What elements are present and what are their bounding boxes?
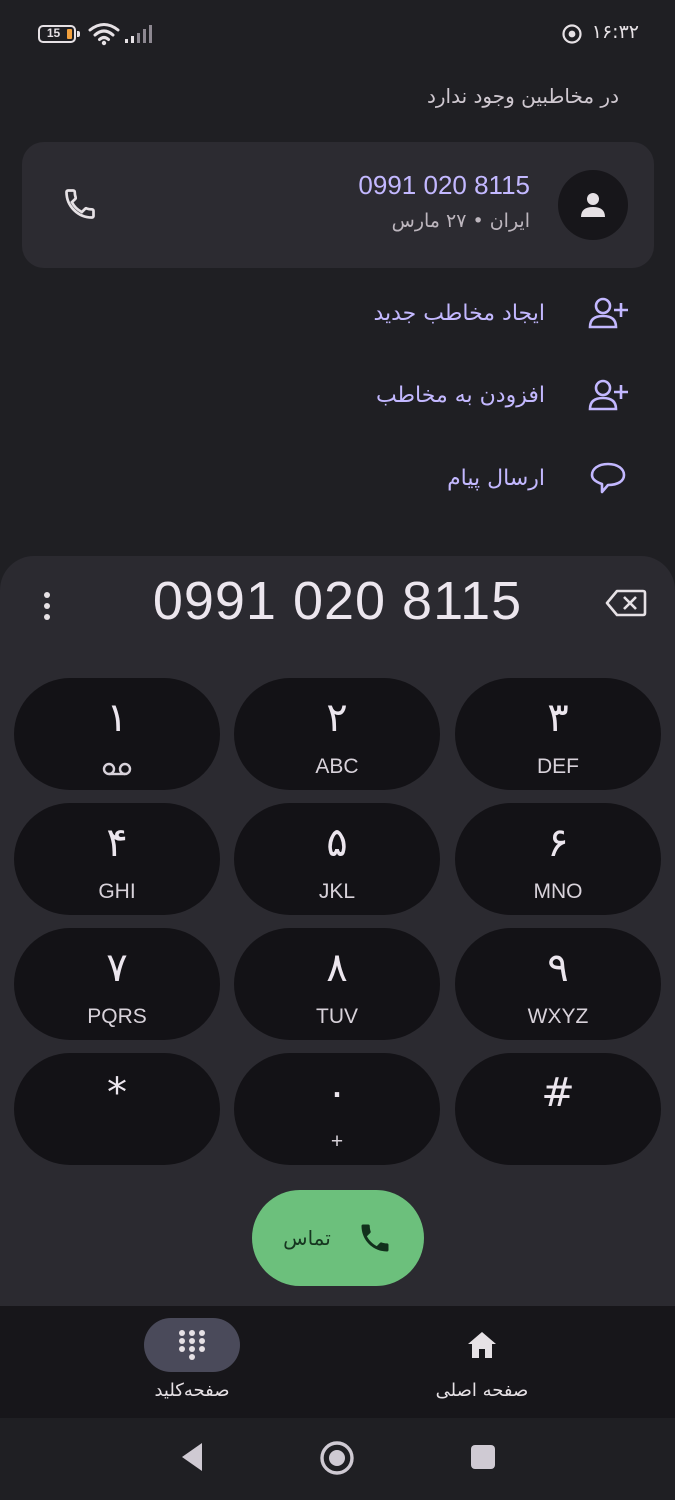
home-button-icon[interactable] <box>319 1440 355 1476</box>
send-message-button[interactable]: ارسال پیام <box>75 448 635 508</box>
key-letters: ABC <box>315 755 359 778</box>
nav-keypad-label: صفحه‌کلید <box>154 1380 230 1401</box>
system-navigation-bar <box>0 1418 675 1500</box>
avatar <box>558 170 628 240</box>
message-icon <box>581 461 635 495</box>
back-icon[interactable] <box>178 1440 206 1474</box>
add-to-contact-button[interactable]: افزودن به مخاطب <box>75 365 635 425</box>
battery-fill <box>67 29 72 39</box>
key-letters: WXYZ <box>527 1005 589 1028</box>
key-digit: ۲ <box>326 695 348 741</box>
key-0[interactable]: ۰ + <box>234 1053 440 1165</box>
key-digit: * <box>107 1070 127 1116</box>
key-digit: ۱ <box>106 695 128 741</box>
create-new-contact-button[interactable]: ایجاد مخاطب جدید <box>75 283 635 343</box>
action-label: ایجاد مخاطب جدید <box>373 300 545 326</box>
key-hash[interactable]: # <box>455 1053 661 1165</box>
key-letters: MNO <box>533 880 583 903</box>
nav-home-label: صفحه اصلی <box>435 1380 529 1401</box>
nav-keypad-pill <box>144 1318 240 1372</box>
battery-level: 15 <box>46 26 61 40</box>
nav-home-pill <box>434 1318 530 1372</box>
home-icon <box>468 1332 496 1358</box>
key-digit: ۰ <box>326 1070 348 1116</box>
signal-icon <box>125 25 152 43</box>
key-letters: + <box>330 1130 344 1153</box>
result-subtitle: ایران • ۲۷ مارس <box>391 210 530 232</box>
bottom-navigation: صفحه‌کلید صفحه اصلی <box>0 1306 675 1418</box>
key-letters: TUV <box>316 1005 358 1028</box>
add-person-icon <box>581 378 635 412</box>
action-label: افزودن به مخاطب <box>375 382 545 408</box>
result-number: 0991 020 8115 <box>358 170 530 200</box>
key-digit: ۶ <box>547 820 569 866</box>
action-label: ارسال پیام <box>447 465 545 491</box>
key-digit: ۹ <box>547 945 569 991</box>
dialed-number[interactable]: 0991 020 8115 <box>0 570 675 632</box>
wifi-icon <box>88 23 120 46</box>
phone-icon <box>361 1224 389 1252</box>
key-letters: PQRS <box>87 1005 147 1028</box>
nav-keypad[interactable]: صفحه‌کلید <box>92 1316 292 1412</box>
key-digit: ۴ <box>106 820 128 866</box>
key-digit: ۷ <box>106 945 128 991</box>
search-result-card[interactable]: 0991 020 8115 ایران • ۲۷ مارس <box>22 142 654 268</box>
key-digit: ۵ <box>326 820 348 866</box>
dialpad-icon <box>179 1330 205 1360</box>
call-button[interactable]: تماس <box>252 1190 424 1286</box>
key-8[interactable]: ۸ TUV <box>234 928 440 1040</box>
chrome-icon <box>562 24 582 44</box>
add-person-icon <box>581 296 635 330</box>
call-button-label: تماس <box>283 1226 331 1250</box>
key-7[interactable]: ۷ PQRS <box>14 928 220 1040</box>
clock: ۱۶:۳۲ <box>591 21 639 43</box>
battery-icon: 15 <box>38 25 80 43</box>
key-2[interactable]: ۲ ABC <box>234 678 440 790</box>
key-digit: ۳ <box>547 695 569 741</box>
backspace-icon[interactable] <box>605 588 647 618</box>
key-digit: # <box>541 1070 575 1116</box>
key-3[interactable]: ۳ DEF <box>455 678 661 790</box>
voicemail-icon <box>102 762 132 776</box>
not-in-contacts-label: در مخاطبین وجود ندارد <box>426 84 619 108</box>
key-star[interactable]: * <box>14 1053 220 1165</box>
nav-home[interactable]: صفحه اصلی <box>382 1316 582 1412</box>
phone-icon[interactable] <box>62 186 98 222</box>
key-6[interactable]: ۶ MNO <box>455 803 661 915</box>
key-letters: DEF <box>537 755 579 778</box>
status-bar: 15 ۱۶:۳۲ <box>0 0 675 66</box>
more-options-icon[interactable] <box>36 588 58 624</box>
key-1[interactable]: ۱ <box>14 678 220 790</box>
key-9[interactable]: ۹ WXYZ <box>455 928 661 1040</box>
key-letters: GHI <box>98 880 136 903</box>
person-icon <box>581 193 605 217</box>
key-5[interactable]: ۵ JKL <box>234 803 440 915</box>
dialpad-panel: 0991 020 8115 ۱ ۲ ABC ۳ DEF ۴ GHI ۵ JKL … <box>0 556 675 1316</box>
key-letters: JKL <box>318 880 356 903</box>
key-4[interactable]: ۴ GHI <box>14 803 220 915</box>
key-digit: ۸ <box>326 945 348 991</box>
recents-icon[interactable] <box>470 1444 496 1470</box>
